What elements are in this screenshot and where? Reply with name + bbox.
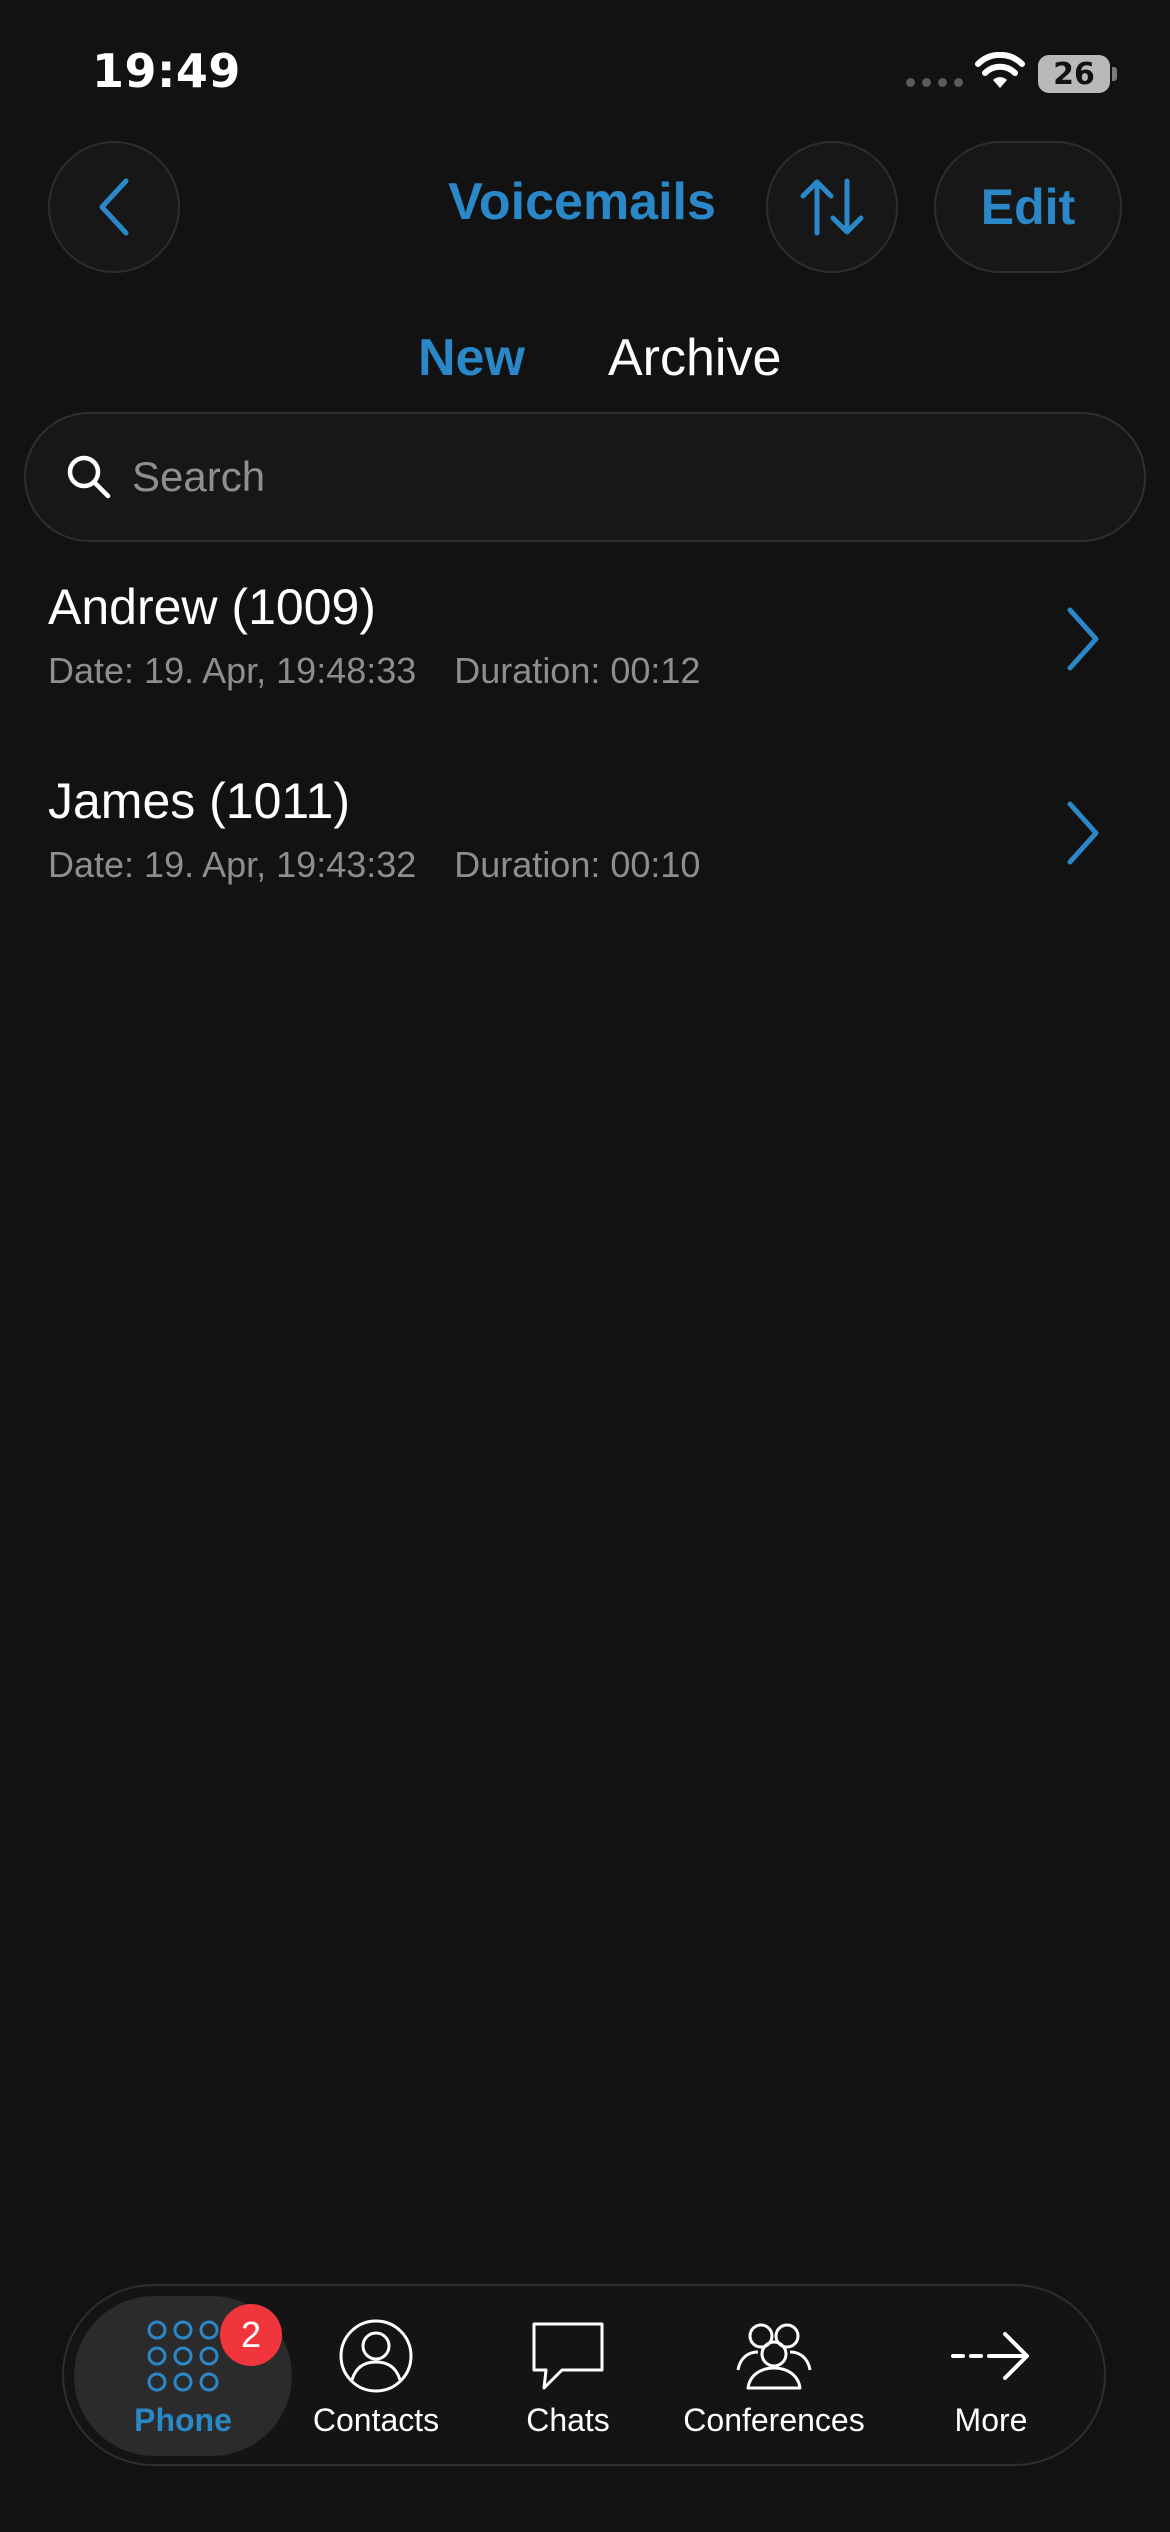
tab-archive[interactable]: Archive — [608, 328, 781, 388]
voicemail-item-andrew[interactable]: Andrew (1009) Date: 19. Apr, 19:48:33 Dur… — [0, 578, 1170, 758]
nav-phone[interactable]: Phone 2 — [74, 2296, 292, 2456]
voicemail-duration: Duration: 00:12 — [454, 650, 701, 691]
nav-contacts[interactable]: Contacts — [296, 2286, 456, 2464]
dialpad-icon — [147, 2320, 219, 2392]
voicemail-meta: Date: 19. Apr, 19:43:32 Duration: 00:10 — [48, 844, 700, 886]
edit-button[interactable]: Edit — [934, 141, 1122, 273]
voicemail-caller: Andrew (1009) — [48, 579, 376, 635]
chevron-left-icon — [99, 178, 129, 236]
status-time: 19:49 — [92, 44, 241, 98]
nav-contacts-label: Contacts — [312, 2402, 440, 2438]
chevron-right-icon — [1067, 801, 1099, 865]
nav-more-label: More — [954, 2402, 1028, 2438]
voicemail-meta: Date: 19. Apr, 19:48:33 Duration: 00:12 — [48, 650, 700, 692]
group-icon — [736, 2323, 812, 2390]
battery-tip — [1112, 67, 1117, 81]
nav-more[interactable]: More — [926, 2286, 1056, 2464]
search-input[interactable] — [132, 453, 1144, 501]
nav-phone-label: Phone — [134, 2402, 232, 2438]
search-bar[interactable] — [24, 412, 1146, 542]
battery-icon: 26 — [1038, 55, 1110, 93]
nav-conferences-label: Conferences — [683, 2402, 865, 2438]
tab-new[interactable]: New — [418, 328, 525, 388]
bottom-tab-bar: Phone 2 Contacts Chats Conferences More — [62, 2284, 1106, 2466]
voicemail-duration: Duration: 00:10 — [454, 844, 701, 885]
voicemails-screen: 19:49 26 Voicemails Edit New Archive Sea… — [0, 0, 1170, 2532]
voicemail-date: Date: 19. Apr, 19:43:32 — [48, 844, 417, 885]
missed-badge: 2 — [220, 2304, 282, 2366]
battery-level: 26 — [1053, 56, 1095, 92]
cellular-signal-icon — [906, 78, 963, 87]
chat-bubble-icon — [532, 2322, 604, 2390]
voicemail-caller: James (1011) — [48, 773, 350, 829]
chevron-right-icon — [1067, 607, 1099, 671]
contact-icon — [339, 2319, 413, 2393]
nav-chats[interactable]: Chats — [498, 2286, 638, 2464]
nav-conferences[interactable]: Conferences — [664, 2286, 884, 2464]
sort-arrows-icon — [800, 178, 864, 236]
sort-button[interactable] — [766, 141, 898, 273]
page-title: Voicemails — [448, 173, 716, 231]
arrow-right-icon — [951, 2332, 1029, 2380]
wifi-icon — [975, 52, 1025, 88]
nav-chats-label: Chats — [526, 2402, 610, 2438]
back-button[interactable] — [48, 141, 180, 273]
search-icon — [67, 455, 111, 499]
voicemail-date: Date: 19. Apr, 19:48:33 — [48, 650, 417, 691]
voicemail-item-james[interactable]: James (1011) Date: 19. Apr, 19:43:32 Dura… — [0, 772, 1170, 952]
